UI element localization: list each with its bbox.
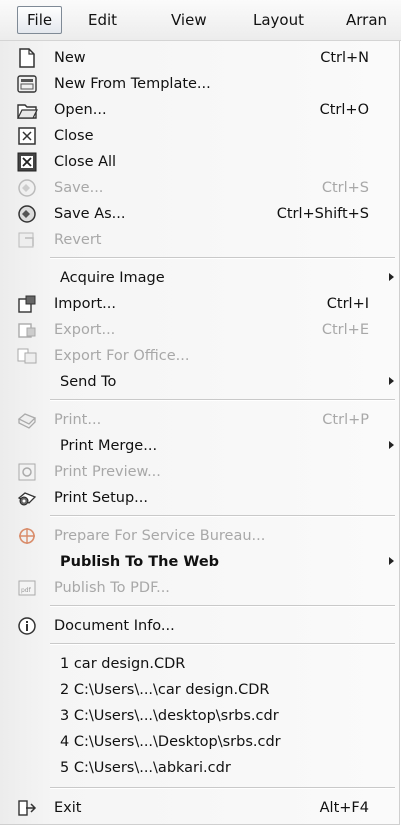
menu-item-label: Close All	[54, 154, 117, 170]
print-icon	[15, 409, 39, 431]
menu-item-label: Exit	[54, 800, 82, 816]
menu-item-publish-pdf[interactable]: pdf Publish To PDF...	[0, 575, 399, 601]
menubar: File Edit View Layout Arran	[0, 0, 401, 41]
menu-item-label: Document Info...	[54, 618, 175, 634]
menu-item-new[interactable]: New Ctrl+N	[0, 45, 399, 71]
menu-arrange[interactable]: Arran	[346, 8, 387, 32]
file-menu: New Ctrl+N New From Template... Open... …	[0, 41, 400, 825]
menu-separator	[50, 399, 395, 401]
menu-item-print-merge[interactable]: Print Merge...	[0, 433, 399, 459]
close-document-icon	[15, 125, 39, 147]
exit-icon	[15, 797, 39, 819]
menu-item-save-as[interactable]: Save As... Ctrl+Shift+S	[0, 201, 399, 227]
menu-item-revert[interactable]: Revert	[0, 227, 399, 253]
info-icon	[15, 615, 39, 637]
submenu-arrow-icon	[389, 441, 394, 449]
menu-item-shortcut: Ctrl+E	[321, 322, 369, 338]
submenu-arrow-icon	[389, 273, 394, 281]
export-office-icon	[15, 345, 39, 367]
import-icon	[15, 293, 39, 315]
revert-icon	[15, 229, 39, 251]
menu-item-label: 2 C:\Users\...\car design.CDR	[60, 682, 270, 698]
menu-item-label: Save...	[54, 180, 104, 196]
svg-text:pdf: pdf	[21, 587, 32, 594]
menu-item-shortcut: Ctrl+Shift+S	[276, 206, 369, 222]
menu-item-shortcut: Alt+F4	[319, 800, 369, 816]
menu-item-document-info[interactable]: Document Info...	[0, 613, 399, 639]
menu-file[interactable]: File	[17, 6, 63, 34]
menu-edit[interactable]: Edit	[88, 8, 117, 32]
menu-item-label: Open...	[54, 102, 107, 118]
menu-item-label: Export For Office...	[54, 348, 190, 364]
menu-separator	[50, 605, 395, 607]
menu-item-exit[interactable]: Exit Alt+F4	[0, 795, 399, 821]
menu-item-label: Acquire Image	[60, 270, 165, 286]
menu-item-label: Send To	[60, 374, 117, 390]
menu-item-shortcut: Ctrl+I	[326, 296, 369, 312]
menu-item-label: New	[54, 50, 86, 66]
menu-item-close-all[interactable]: Close All	[0, 149, 399, 175]
menu-item-open[interactable]: Open... Ctrl+O	[0, 97, 399, 123]
menu-item-acquire-image[interactable]: Acquire Image	[0, 265, 399, 291]
menu-item-label: Close	[54, 128, 94, 144]
menu-separator	[50, 643, 395, 645]
menu-item-print-setup[interactable]: Print Setup...	[0, 485, 399, 511]
close-all-icon	[15, 151, 39, 173]
menu-item-label: Print Preview...	[54, 464, 161, 480]
menu-item-label: Print...	[54, 412, 102, 428]
service-bureau-icon	[15, 525, 39, 547]
export-icon	[15, 319, 39, 341]
print-setup-icon	[15, 487, 39, 509]
print-preview-icon	[15, 461, 39, 483]
menu-item-shortcut: Ctrl+O	[319, 102, 369, 118]
menu-item-print-preview[interactable]: Print Preview...	[0, 459, 399, 485]
open-folder-icon	[15, 99, 39, 121]
menu-item-label: 4 C:\Users\...\Desktop\srbs.cdr	[60, 734, 281, 750]
menu-item-prepare-service-bureau[interactable]: Prepare For Service Bureau...	[0, 523, 399, 549]
submenu-arrow-icon	[389, 557, 394, 565]
menu-separator	[50, 515, 395, 517]
menu-item-export-for-office[interactable]: Export For Office...	[0, 343, 399, 369]
menu-item-new-from-template[interactable]: New From Template...	[0, 71, 399, 97]
menu-item-label: 1 car design.CDR	[60, 656, 186, 672]
menu-item-save[interactable]: Save... Ctrl+S	[0, 175, 399, 201]
menu-item-shortcut: Ctrl+S	[321, 180, 369, 196]
save-icon	[15, 177, 39, 199]
menu-item-label: Publish To The Web	[60, 554, 220, 570]
menu-item-label: Revert	[54, 232, 102, 248]
menu-item-label: Publish To PDF...	[54, 580, 170, 596]
menu-item-print[interactable]: Print... Ctrl+P	[0, 407, 399, 433]
menu-item-label: 5 C:\Users\...\abkari.cdr	[60, 760, 231, 776]
menu-item-recent-file-4[interactable]: 4 C:\Users\...\Desktop\srbs.cdr	[0, 729, 399, 755]
menu-item-send-to[interactable]: Send To	[0, 369, 399, 395]
publish-pdf-icon: pdf	[15, 577, 39, 599]
menu-item-recent-file-1[interactable]: 1 car design.CDR	[0, 651, 399, 677]
template-icon	[15, 73, 39, 95]
new-document-icon	[15, 47, 39, 69]
menu-item-label: Print Setup...	[54, 490, 148, 506]
menu-item-import[interactable]: Import... Ctrl+I	[0, 291, 399, 317]
menu-separator	[50, 787, 395, 789]
menu-item-label: 3 C:\Users\...\desktop\srbs.cdr	[60, 708, 279, 724]
menu-item-shortcut: Ctrl+P	[322, 412, 369, 428]
menu-layout[interactable]: Layout	[253, 8, 304, 32]
menu-item-label: Print Merge...	[60, 438, 158, 454]
menu-item-close[interactable]: Close	[0, 123, 399, 149]
menu-item-publish-web[interactable]: Publish To The Web	[0, 549, 399, 575]
menu-item-label: New From Template...	[54, 76, 211, 92]
menu-item-export[interactable]: Export... Ctrl+E	[0, 317, 399, 343]
menu-item-label: Export...	[54, 322, 116, 338]
save-as-icon	[15, 203, 39, 225]
menu-item-label: Import...	[54, 296, 116, 312]
menu-view[interactable]: View	[171, 8, 207, 32]
menu-item-recent-file-3[interactable]: 3 C:\Users\...\desktop\srbs.cdr	[0, 703, 399, 729]
menu-item-recent-file-2[interactable]: 2 C:\Users\...\car design.CDR	[0, 677, 399, 703]
menu-item-label: Prepare For Service Bureau...	[54, 528, 266, 544]
menu-item-recent-file-5[interactable]: 5 C:\Users\...\abkari.cdr	[0, 755, 399, 781]
menu-item-label: Save As...	[54, 206, 126, 222]
menu-separator	[50, 257, 395, 259]
submenu-arrow-icon	[389, 377, 394, 385]
menu-item-shortcut: Ctrl+N	[320, 50, 369, 66]
